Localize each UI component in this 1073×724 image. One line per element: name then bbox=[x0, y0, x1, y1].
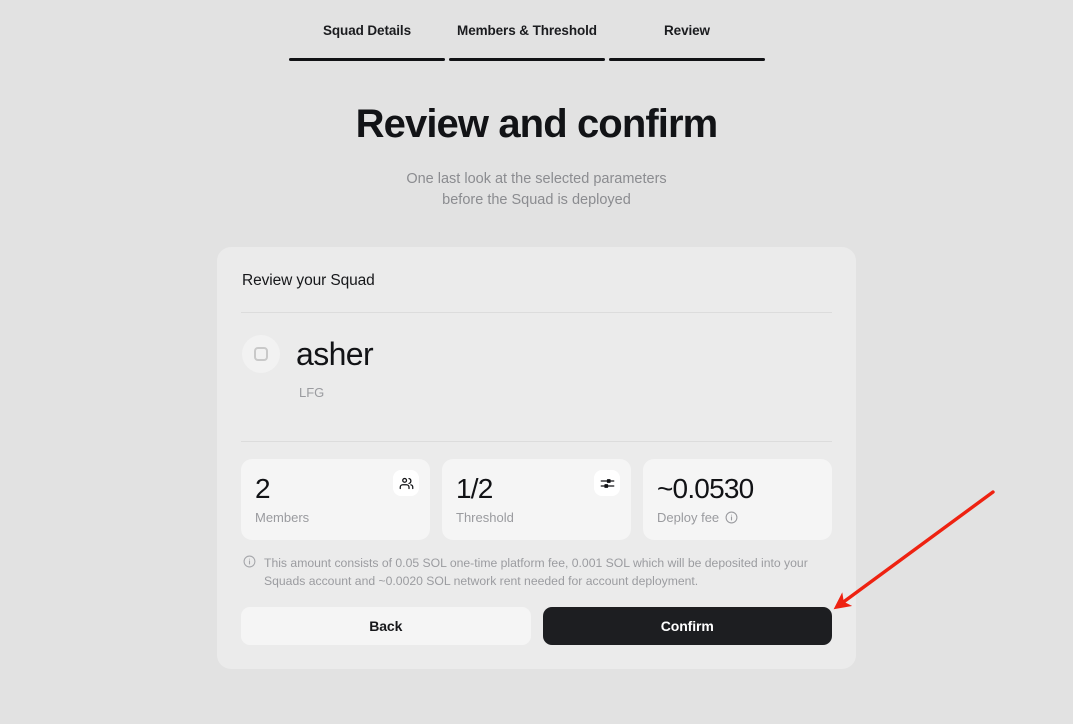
squad-placeholder-icon bbox=[254, 347, 268, 361]
step-squad-details[interactable]: Squad Details bbox=[289, 22, 445, 61]
step-label: Squad Details bbox=[323, 23, 411, 38]
stat-value: 2 bbox=[255, 473, 271, 504]
step-review[interactable]: Review bbox=[609, 22, 765, 61]
stat-threshold: 1/2 Threshold bbox=[442, 459, 631, 540]
step-label: Members & Threshold bbox=[457, 23, 597, 38]
sliders-icon bbox=[594, 470, 620, 496]
stats-row: 2 Members 1/2 Threshold ~0.0530 Deploy f… bbox=[241, 459, 832, 540]
card-actions: Back Confirm bbox=[241, 607, 832, 645]
fee-disclaimer-text: This amount consists of 0.05 SOL one-tim… bbox=[264, 556, 808, 588]
stat-members: 2 Members bbox=[241, 459, 430, 540]
stat-label: Members bbox=[255, 510, 310, 525]
page-title: Review and confirm bbox=[355, 102, 719, 146]
stat-label-text: Deploy fee bbox=[657, 510, 720, 525]
fee-disclaimer: This amount consists of 0.05 SOL one-tim… bbox=[241, 554, 832, 590]
page-header: Review and confirm One last look at the … bbox=[0, 100, 1073, 211]
stat-value: 1/2 bbox=[456, 473, 493, 504]
page-subtitle-line-2: before the Squad is deployed bbox=[442, 192, 631, 208]
step-label: Review bbox=[664, 23, 710, 38]
review-card: Review your Squad asher LFG 2 Members 1/… bbox=[217, 247, 856, 669]
stat-deploy-fee: ~0.0530 Deploy fee bbox=[643, 459, 832, 540]
confirm-button[interactable]: Confirm bbox=[542, 607, 832, 645]
divider-bottom bbox=[241, 441, 832, 442]
page-subtitle-line-1: One last look at the selected parameters bbox=[406, 171, 667, 187]
info-icon[interactable] bbox=[725, 511, 738, 524]
card-title: Review your Squad bbox=[242, 272, 375, 289]
back-button[interactable]: Back bbox=[241, 607, 531, 645]
step-progress-bar bbox=[289, 58, 445, 61]
step-progress-bar bbox=[609, 58, 765, 61]
info-icon bbox=[243, 555, 256, 590]
users-icon bbox=[393, 470, 419, 496]
stepper-nav: Squad Details Members & Threshold Review bbox=[289, 22, 765, 61]
avatar bbox=[242, 335, 280, 373]
page-subtitle: One last look at the selected parameters… bbox=[0, 169, 1073, 211]
stat-value: ~0.0530 bbox=[657, 473, 754, 504]
squad-name: asher bbox=[296, 336, 374, 372]
stat-label: Threshold bbox=[456, 510, 514, 525]
step-members-threshold[interactable]: Members & Threshold bbox=[449, 22, 605, 61]
squad-identity: asher LFG bbox=[241, 313, 832, 419]
squad-description: LFG bbox=[299, 385, 325, 400]
stat-label: Deploy fee bbox=[657, 509, 818, 526]
step-progress-bar bbox=[449, 58, 605, 61]
